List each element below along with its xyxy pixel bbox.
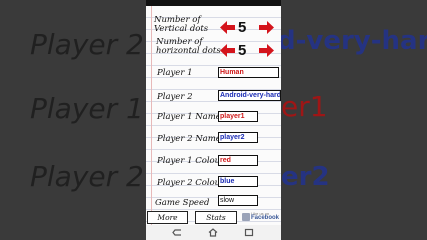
back-icon[interactable] <box>171 228 183 237</box>
vertical-dots-decrease-button[interactable] <box>220 21 235 34</box>
horizontal-dots-label-line2: horizontal dots <box>156 46 221 56</box>
player1-name-field[interactable]: player1 <box>218 111 258 122</box>
stats-button[interactable]: Stats <box>195 211 237 224</box>
right-arrow-icon <box>259 44 274 57</box>
player2-colour-label: Player 2 Colour <box>157 178 225 188</box>
left-arrow-icon <box>220 44 235 57</box>
game-speed-field[interactable]: slow <box>218 195 258 206</box>
app-screen: Number of Vertical dots 5 Number of hori… <box>146 0 281 240</box>
background-text: d-very-hard <box>277 26 427 56</box>
player1-colour-field[interactable]: red <box>218 155 258 166</box>
facebook-like-button[interactable]: Like us on Facebook <box>242 211 279 223</box>
background-text: Player 2 <box>30 28 144 61</box>
player1-colour-label: Player 1 Colour <box>157 156 225 166</box>
background-left-panel: Player 2 Player 1 Player 2 <box>0 0 146 240</box>
player2-label: Player 2 <box>157 92 193 102</box>
player1-label: Player 1 <box>157 68 193 78</box>
horizontal-dots-increase-button[interactable] <box>259 44 274 57</box>
background-text: er1 <box>281 90 328 123</box>
background-right-panel: d-very-hard er1 er2 <box>277 0 427 240</box>
vertical-dots-value: 5 <box>238 19 247 36</box>
player2-name-label: Player 2 Name <box>157 134 221 144</box>
left-arrow-icon <box>220 21 235 34</box>
player1-select[interactable]: Human <box>218 67 279 78</box>
horizontal-dots-decrease-button[interactable] <box>220 44 235 57</box>
margin-line <box>151 6 152 225</box>
background-text: Player 1 <box>30 92 144 125</box>
vertical-dots-label-line2: Vertical dots <box>154 24 209 34</box>
player2-colour-field[interactable]: blue <box>218 176 258 187</box>
player2-name-field[interactable]: player2 <box>218 132 258 143</box>
recent-apps-icon[interactable] <box>243 228 255 237</box>
background-text: Player 2 <box>30 160 144 193</box>
background-text: er2 <box>281 162 330 192</box>
navigation-bar <box>146 225 281 240</box>
game-speed-label: Game Speed <box>155 198 210 208</box>
player2-select[interactable]: Android-very-hard <box>218 90 281 101</box>
home-icon[interactable] <box>207 228 219 237</box>
facebook-name: Facebook <box>251 215 280 221</box>
right-arrow-icon <box>259 21 274 34</box>
more-apps-button[interactable]: More Apps <box>147 211 188 233</box>
vertical-dots-increase-button[interactable] <box>259 21 274 34</box>
horizontal-dots-value: 5 <box>238 42 247 59</box>
player1-name-label: Player 1 Name <box>157 112 221 122</box>
thumbs-up-icon <box>242 213 250 221</box>
